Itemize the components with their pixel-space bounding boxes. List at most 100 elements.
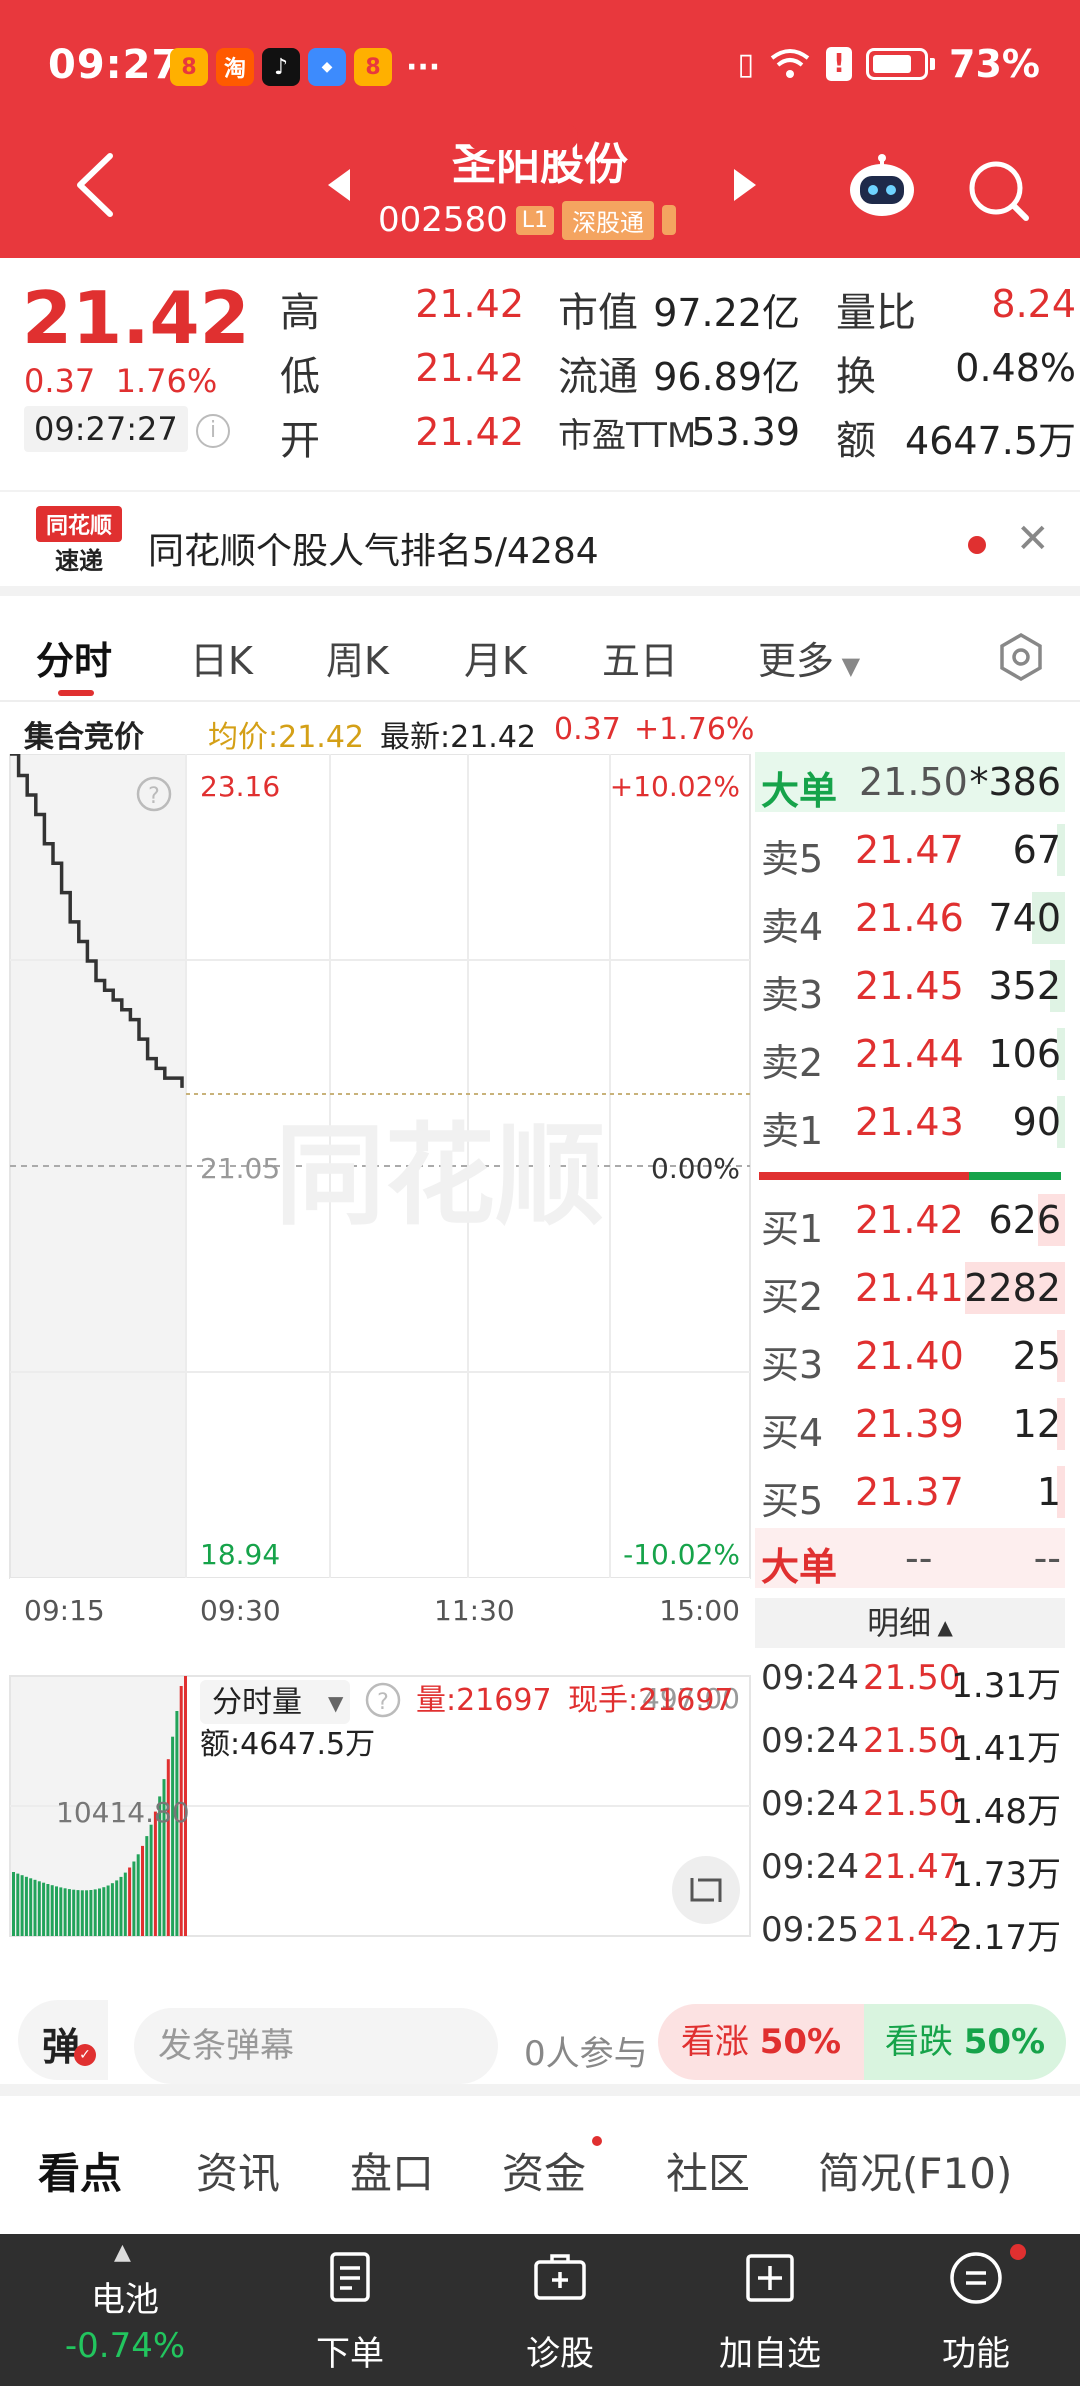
ask-row[interactable]: 卖2 21.44 106 <box>755 1024 1065 1085</box>
bid-row[interactable]: 买2 21.41 2282 <box>755 1258 1065 1319</box>
settings-icon[interactable] <box>996 632 1046 682</box>
float-value: 96.89亿 <box>653 355 800 399</box>
tab-daily-k[interactable]: 日K <box>190 630 253 685</box>
tab-highlights[interactable]: 看点 <box>38 2140 122 2201</box>
volume-bar <box>12 1872 15 1936</box>
tab-monthly-k[interactable]: 月K <box>464 630 527 685</box>
ask-row[interactable]: 卖5 21.47 67 <box>755 820 1065 881</box>
volume-type-selector[interactable]: 分时量 ▼ <box>200 1680 350 1724</box>
ask-volume: 352 <box>988 964 1061 1008</box>
vote-down-button[interactable]: 看跌 50% <box>864 2004 1066 2080</box>
bid-row[interactable]: 买5 21.37 1 <box>755 1462 1065 1523</box>
search-icon[interactable] <box>966 158 1032 224</box>
tab-more[interactable]: 更多 ▼ <box>758 630 860 685</box>
low-value: 21.42 <box>415 346 524 390</box>
bid-row[interactable]: 买1 21.42 626 <box>755 1190 1065 1251</box>
tab-profile-f10[interactable]: 简况(F10) <box>818 2140 1012 2201</box>
detail-label: 明细 <box>867 1604 932 1642</box>
volume-bar <box>98 1888 101 1936</box>
detail-header[interactable]: 明细 ▲ <box>755 1598 1065 1648</box>
danmaku-toggle[interactable]: 弹 ✓ <box>18 2000 108 2080</box>
big-order-2-label: 大单 <box>761 1545 838 1589</box>
menu-circle-icon <box>950 2252 1002 2304</box>
bid-price: 21.37 <box>855 1470 964 1514</box>
turnover-value: 0.48% <box>955 346 1076 390</box>
bid-volume: 25 <box>1012 1334 1061 1378</box>
bid-price: 21.41 <box>855 1266 964 1310</box>
ask-row[interactable]: 卖3 21.45 352 <box>755 956 1065 1017</box>
back-icon[interactable] <box>70 150 120 220</box>
amount-value: 4647.5万 <box>905 419 1076 463</box>
volume-bar <box>55 1886 58 1936</box>
volume-bar <box>33 1879 37 1936</box>
ask-level-label: 卖1 <box>761 1109 824 1153</box>
expand-icon[interactable] <box>672 1856 740 1924</box>
ths-logo-icon: 同花顺 速递 <box>36 506 122 578</box>
vote-up-button[interactable]: 看涨 50% <box>658 2004 864 2080</box>
danmaku-icon-text: 弹 <box>42 2025 81 2069</box>
robot-assistant-icon[interactable] <box>846 150 918 222</box>
detail-price: 21.50 <box>863 1721 961 1761</box>
big-order-row-2[interactable]: 大单 -- -- <box>755 1528 1065 1589</box>
ask-row[interactable]: 卖4 21.46 740 <box>755 888 1065 949</box>
tab-funds[interactable]: 资金 <box>502 2140 586 2201</box>
volume-side-value: 10414.80 <box>56 1796 190 1829</box>
x-tick-1130: 11:30 <box>434 1594 515 1627</box>
info-icon[interactable]: i <box>196 414 230 448</box>
volume-help-icon[interactable]: ? <box>365 1682 401 1718</box>
stock-code: 002580 <box>378 200 508 240</box>
battery-percent: 73% <box>949 42 1040 86</box>
add-square-icon <box>746 2254 794 2302</box>
volume-bar <box>16 1873 20 1936</box>
redaction-mark <box>468 124 578 150</box>
tab-community[interactable]: 社区 <box>666 2140 750 2201</box>
legend-change: 0.37 <box>554 712 621 747</box>
volume-bar <box>149 1824 153 1936</box>
close-icon[interactable]: ✕ <box>1016 516 1050 562</box>
tab-intraday[interactable]: 分时 <box>36 630 112 685</box>
nav-functions-label: 功能 <box>942 2334 1010 2374</box>
wifi-icon <box>770 49 810 78</box>
ask-volume: 106 <box>988 1032 1061 1076</box>
detail-row: 09:24 21.50 1.48万 <box>755 1774 1065 1834</box>
nav-diagnose[interactable]: 诊股 <box>480 2234 640 2386</box>
price-change: 0.37 1.76% <box>24 362 217 400</box>
connect-tag: 深股通 <box>562 200 655 240</box>
danmaku-input[interactable]: 发条弹幕 <box>134 2008 498 2084</box>
detail-price: 21.42 <box>863 1910 961 1950</box>
volume-bar <box>123 1872 127 1936</box>
detail-volume: 1.48万 <box>951 1792 1061 1832</box>
big-order-2-a: -- <box>905 1536 933 1580</box>
next-stock-icon[interactable] <box>730 165 760 205</box>
mktcap-value: 97.22亿 <box>653 291 800 335</box>
bid-row[interactable]: 买4 21.39 12 <box>755 1394 1065 1455</box>
intraday-chart[interactable]: 同花顺 23.16 21.05 18.94 +10.02% 0.00% -10.… <box>0 754 755 1962</box>
volume-bar <box>42 1882 46 1936</box>
tab-news[interactable]: 资讯 <box>196 2140 280 2201</box>
prev-stock-icon[interactable] <box>324 165 354 205</box>
ask-row[interactable]: 卖1 21.43 90 <box>755 1092 1065 1153</box>
ask-level-label: 卖5 <box>761 837 824 881</box>
tab-weekly-k[interactable]: 周K <box>326 630 389 685</box>
volume-bar <box>106 1885 110 1936</box>
detail-price: 21.47 <box>863 1847 961 1887</box>
status-time: 09:27 <box>48 42 181 88</box>
ask-volume: 90 <box>1012 1100 1061 1144</box>
volume-bar <box>59 1887 63 1936</box>
nav-functions[interactable]: 功能 <box>896 2234 1056 2386</box>
detail-volume: 1.41万 <box>951 1729 1061 1769</box>
big-order-row[interactable]: 大单 21.50 *386 <box>755 752 1065 813</box>
tab-handicap[interactable]: 盘口 <box>350 2140 434 2201</box>
low-label: 低 <box>280 354 320 400</box>
ask-volume: 67 <box>1012 828 1061 872</box>
nav-order[interactable]: 下单 <box>270 2234 430 2386</box>
volume-bar <box>141 1845 144 1936</box>
popularity-banner[interactable]: 同花顺 速递 同花顺个股人气排名5/4284 ✕ <box>0 490 1080 596</box>
tab-five-day[interactable]: 五日 <box>602 630 678 685</box>
bid-row[interactable]: 买3 21.40 25 <box>755 1326 1065 1387</box>
nav-add-watchlist[interactable]: 加自选 <box>690 2234 850 2386</box>
status-app-icons: 8 淘 ♪ ◆ 8 ··· <box>170 48 440 86</box>
volume-bar <box>76 1890 80 1936</box>
ask-level-label: 卖2 <box>761 1041 824 1085</box>
nav-sector-battery[interactable]: ▲ 电池 -0.74% <box>30 2234 220 2386</box>
